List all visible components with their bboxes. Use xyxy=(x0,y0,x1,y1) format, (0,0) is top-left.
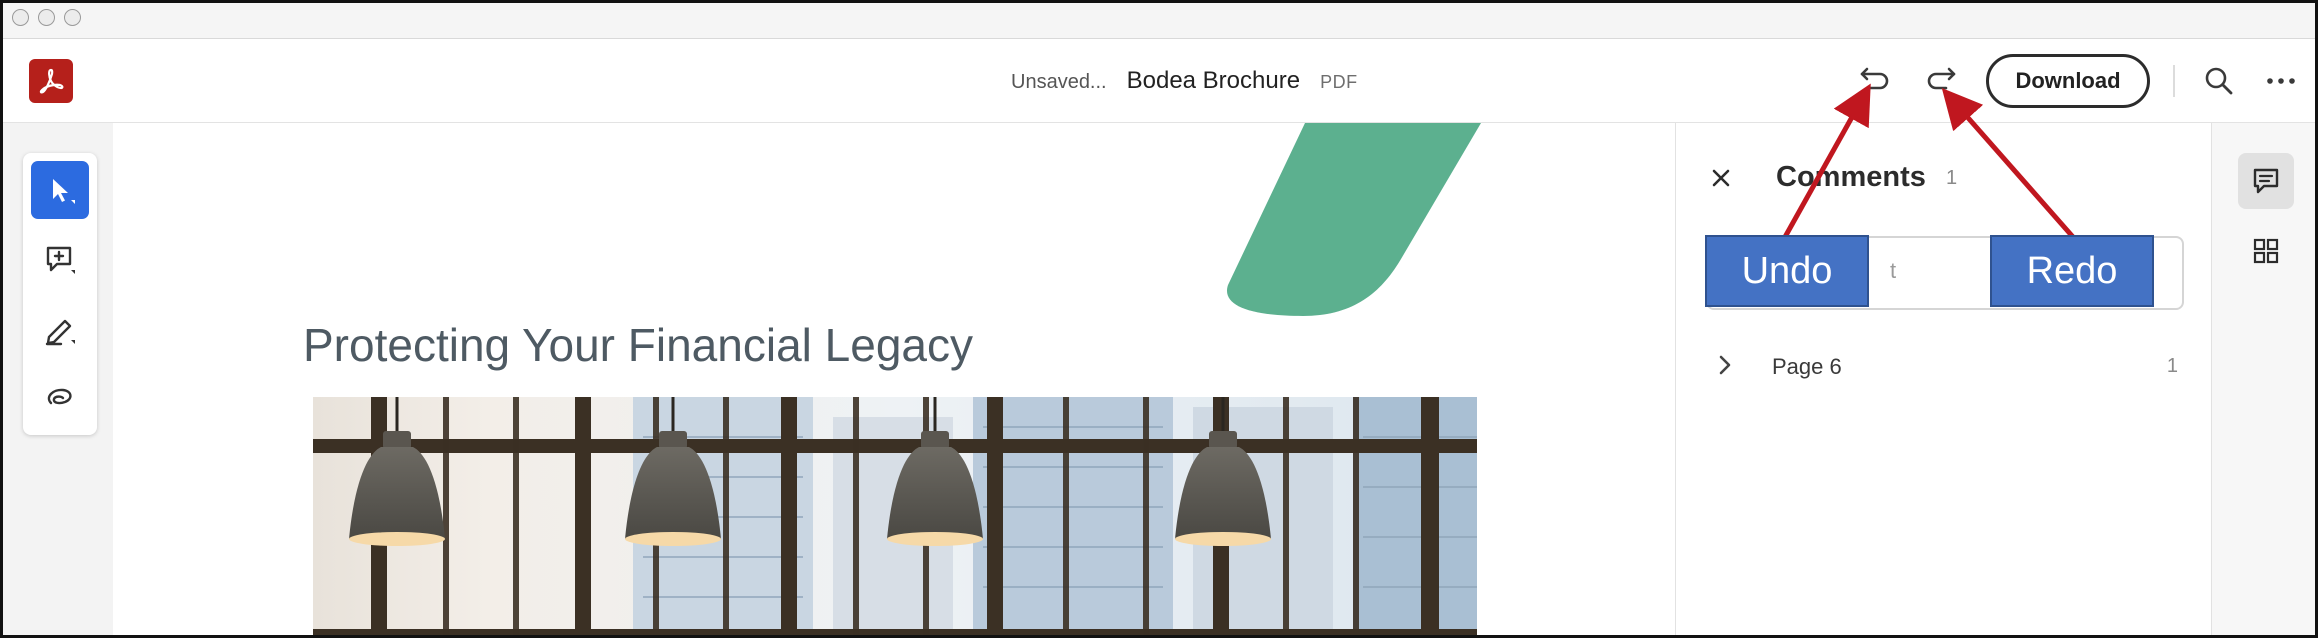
quick-tools-panel xyxy=(23,153,97,435)
comments-count: 1 xyxy=(1946,167,1958,189)
right-rail xyxy=(2211,123,2315,635)
lasso-tool-button[interactable] xyxy=(31,369,89,427)
acrobat-logo-icon[interactable] xyxy=(29,59,73,103)
document-photo xyxy=(313,397,1477,635)
close-icon xyxy=(1712,169,1730,187)
zoom-window-button[interactable] xyxy=(64,9,81,26)
undo-annotation-label: Undo xyxy=(1705,235,1869,307)
comments-panel: Comments 1 t Page 6 1 xyxy=(1675,123,2211,635)
download-button[interactable]: Download xyxy=(1986,54,2150,108)
left-tool-rail xyxy=(3,123,113,635)
search-button[interactable] xyxy=(2197,59,2241,103)
select-tool-button[interactable] xyxy=(31,161,89,219)
comments-title: Comments xyxy=(1776,161,1926,193)
decorative-green-shape xyxy=(1226,123,1481,316)
app-window: Unsaved... Bodea Brochure PDF Download P… xyxy=(0,0,2318,638)
redo-annotation-label: Redo xyxy=(1990,235,2154,307)
comment-page-count: 1 xyxy=(2166,355,2178,377)
document-title[interactable]: Bodea Brochure xyxy=(1127,67,1300,95)
chevron-right-icon xyxy=(1719,355,1731,375)
comment-page-group[interactable]: Page 6 1 xyxy=(1706,345,2184,389)
pen-icon xyxy=(45,319,75,346)
search-icon xyxy=(2205,67,2233,95)
document-meta: Unsaved... Bodea Brochure PDF xyxy=(1011,67,1358,97)
save-status: Unsaved... xyxy=(1011,71,1107,93)
comments-rail-button[interactable] xyxy=(2238,153,2294,209)
pointer-icon xyxy=(53,179,75,204)
grid-icon xyxy=(2253,238,2279,264)
close-comments-button[interactable] xyxy=(1704,161,1738,195)
comment-icon xyxy=(2253,168,2279,194)
comment-input-placeholder: t xyxy=(1890,258,1897,283)
draw-tool-button[interactable] xyxy=(31,301,89,359)
comment-page-label: Page 6 xyxy=(1772,354,1842,379)
redo-button[interactable] xyxy=(1921,59,1965,103)
app-header: Unsaved... Bodea Brochure PDF Download xyxy=(3,39,2315,123)
undo-button[interactable] xyxy=(1851,59,1895,103)
undo-icon xyxy=(1860,67,1889,90)
more-icon xyxy=(2267,78,2295,84)
add-comment-tool-button[interactable] xyxy=(31,231,89,289)
document-type-badge: PDF xyxy=(1320,72,1358,92)
minimize-window-button[interactable] xyxy=(38,9,55,26)
redo-icon xyxy=(1927,67,1956,90)
close-window-button[interactable] xyxy=(12,9,29,26)
document-heading: Protecting Your Financial Legacy xyxy=(303,319,973,371)
lasso-icon xyxy=(47,388,72,405)
organize-pages-rail-button[interactable] xyxy=(2238,223,2294,279)
title-bar xyxy=(3,3,2315,39)
more-options-button[interactable] xyxy=(2259,59,2303,103)
header-divider xyxy=(2173,65,2175,97)
add-comment-icon xyxy=(46,246,75,274)
document-canvas[interactable]: Protecting Your Financial Legacy xyxy=(113,123,1675,635)
